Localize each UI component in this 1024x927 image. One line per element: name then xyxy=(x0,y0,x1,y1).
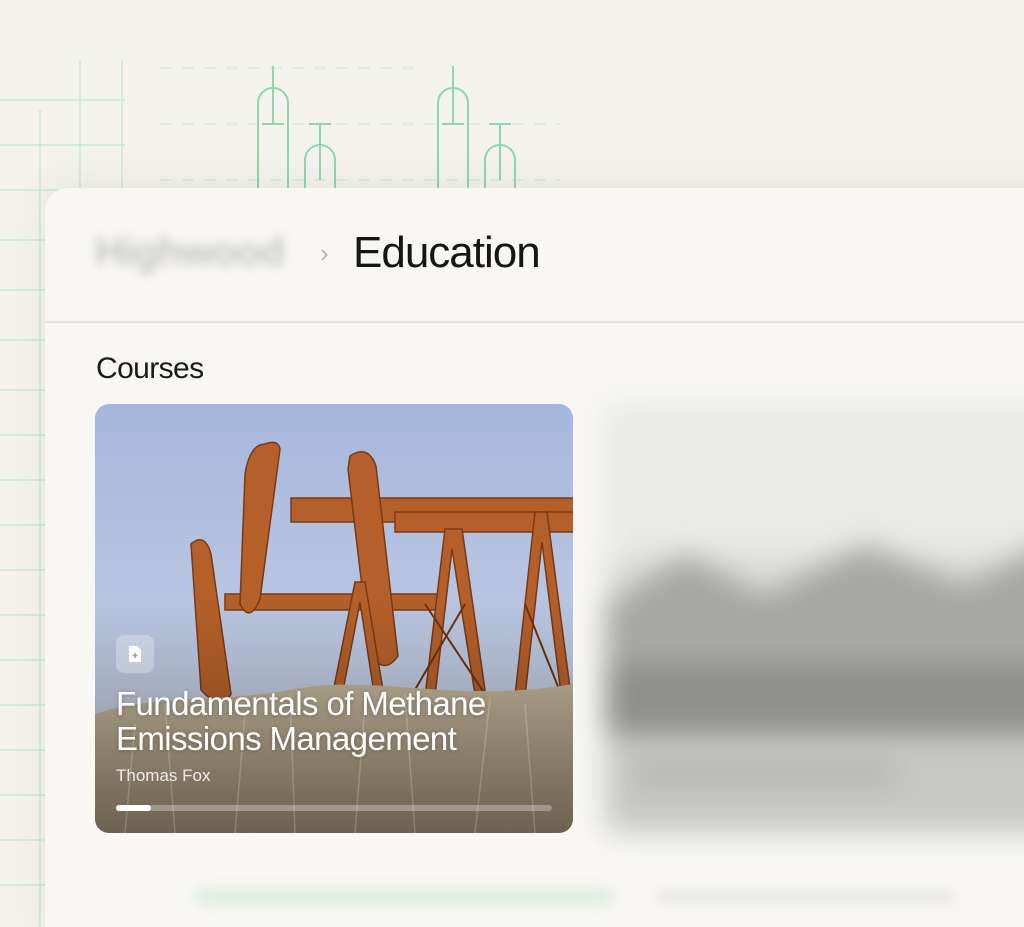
app-window: Highwood › Education Courses Fundamental… xyxy=(45,188,1024,927)
chevron-right-icon: › xyxy=(320,238,329,268)
course-title: Fundamentals of Methane Emissions Manage… xyxy=(116,685,486,757)
blurred-footer xyxy=(195,888,955,906)
page-title: Education xyxy=(353,228,541,277)
breadcrumb-brand[interactable]: Highwood xyxy=(95,230,285,275)
course-card-blurred[interactable] xyxy=(605,404,1024,833)
course-author: Thomas Fox xyxy=(116,766,211,785)
course-progress-fill xyxy=(116,805,151,811)
screen: Highwood › Education Courses Fundamental… xyxy=(0,0,1024,927)
course-progress-bar xyxy=(116,805,552,811)
document-icon xyxy=(116,635,154,673)
section-title: Courses xyxy=(96,352,204,385)
page-header: Highwood › Education xyxy=(45,188,1024,323)
course-image-blurred xyxy=(605,404,1024,833)
course-card[interactable]: Fundamentals of Methane Emissions Manage… xyxy=(95,404,573,833)
